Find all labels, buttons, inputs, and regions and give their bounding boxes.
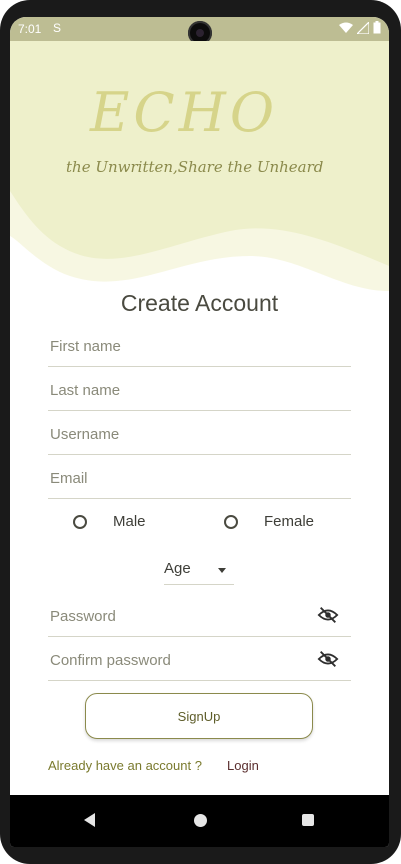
eye-off-icon[interactable] <box>317 605 339 625</box>
username-input[interactable] <box>48 421 312 447</box>
male-radio[interactable]: Male <box>73 513 146 530</box>
status-time: 7:01 <box>18 22 42 36</box>
status-bar: 7:01 S <box>10 17 389 45</box>
sim-icon: S <box>53 21 62 35</box>
recents-icon[interactable] <box>302 814 314 826</box>
male-label: Male <box>113 513 146 530</box>
page-title: Create Account <box>120 290 279 316</box>
first-name-input[interactable] <box>48 333 312 359</box>
female-radio[interactable]: Female <box>224 513 314 530</box>
dropdown-caret-icon <box>218 568 226 573</box>
battery-icon <box>373 21 381 34</box>
last-name-field <box>48 367 351 411</box>
age-dropdown[interactable]: Age <box>164 560 234 585</box>
female-label: Female <box>264 513 315 530</box>
home-icon[interactable] <box>194 814 207 827</box>
login-link[interactable]: Login <box>227 758 259 773</box>
radio-circle-icon <box>224 514 238 529</box>
app-screen: 7:01 S ECHO the Unwritten,Share the Unhe… <box>10 17 389 847</box>
echo-logo: ECHO <box>90 81 279 144</box>
signal-icon <box>357 21 369 34</box>
radio-circle-icon <box>73 514 87 529</box>
email-input[interactable] <box>48 465 312 491</box>
signup-button[interactable]: SignUp <box>85 693 313 739</box>
password-input[interactable] <box>48 603 312 629</box>
phone-frame: 7:01 S ECHO the Unwritten,Share the Unhe… <box>0 0 401 864</box>
eye-off-icon[interactable] <box>317 649 339 669</box>
login-prompt: Already have an account ? <box>48 758 202 773</box>
last-name-input[interactable] <box>48 377 312 403</box>
gender-selector: Male Female <box>10 513 389 537</box>
back-icon[interactable] <box>84 813 95 827</box>
system-nav-bar <box>10 795 389 847</box>
wifi-icon <box>339 22 353 33</box>
confirm-password-field <box>48 637 351 681</box>
confirm-password-input[interactable] <box>48 647 312 673</box>
age-label: Age <box>164 560 191 577</box>
password-field <box>48 593 351 637</box>
hero-header: ECHO the Unwritten,Share the Unheard <box>10 41 389 301</box>
email-field <box>48 455 351 499</box>
first-name-field <box>48 323 351 367</box>
status-icons <box>339 21 381 34</box>
tagline: the Unwritten,Share the Unheard <box>66 158 324 176</box>
username-field <box>48 411 351 455</box>
